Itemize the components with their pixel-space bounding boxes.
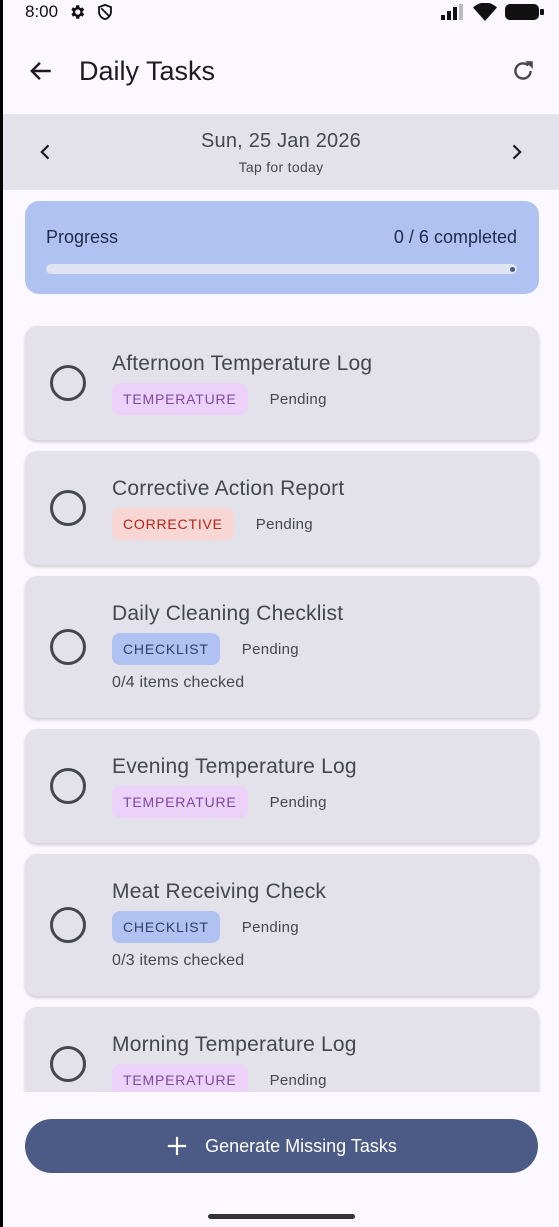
task-checkbox[interactable] bbox=[50, 768, 86, 804]
task-checkbox[interactable] bbox=[50, 490, 86, 526]
task-type-badge: CHECKLIST bbox=[112, 633, 220, 665]
task-card[interactable]: Afternoon Temperature Log TEMPERATURE Pe… bbox=[25, 326, 539, 440]
task-checkbox[interactable] bbox=[50, 1046, 86, 1082]
progress-card: Progress 0 / 6 completed bbox=[25, 201, 539, 294]
arrow-back-icon bbox=[30, 62, 51, 80]
progress-label: Progress bbox=[46, 227, 119, 247]
task-status: Pending bbox=[241, 640, 299, 658]
settings-icon bbox=[68, 3, 86, 21]
page-title: Daily Tasks bbox=[79, 55, 216, 86]
progress-bar bbox=[46, 264, 517, 274]
task-status: Pending bbox=[269, 1071, 327, 1089]
task-status: Pending bbox=[269, 390, 327, 408]
task-list: Afternoon Temperature Log TEMPERATURE Pe… bbox=[3, 300, 559, 1092]
today-hint: Tap for today bbox=[238, 158, 324, 175]
task-title: Evening Temperature Log bbox=[112, 755, 357, 778]
task-title: Afternoon Temperature Log bbox=[112, 352, 373, 375]
task-card[interactable]: Corrective Action Report CORRECTIVE Pend… bbox=[25, 451, 539, 565]
battery-icon bbox=[505, 3, 545, 21]
task-card[interactable]: Daily Cleaning Checklist CHECKLIST Pendi… bbox=[25, 576, 539, 718]
task-title: Morning Temperature Log bbox=[112, 1033, 357, 1056]
status-bar: 8:00 bbox=[3, 0, 559, 24]
task-title: Corrective Action Report bbox=[112, 477, 345, 500]
task-type-badge: TEMPERATURE bbox=[112, 383, 248, 415]
task-type-badge: CORRECTIVE bbox=[112, 508, 234, 540]
task-checkbox[interactable] bbox=[50, 365, 86, 401]
refresh-button[interactable] bbox=[503, 51, 543, 91]
date-selector[interactable]: Sun, 25 Jan 2026 Tap for today bbox=[66, 130, 496, 175]
task-card[interactable]: Meat Receiving Check CHECKLIST Pending 0… bbox=[25, 854, 539, 996]
next-day-button[interactable] bbox=[496, 132, 536, 172]
task-status: Pending bbox=[255, 515, 313, 533]
back-button[interactable] bbox=[21, 51, 61, 91]
task-checkbox[interactable] bbox=[50, 629, 86, 665]
chevron-left-icon bbox=[40, 144, 50, 160]
task-status: Pending bbox=[241, 918, 299, 936]
progress-summary: 0 / 6 completed bbox=[393, 227, 517, 247]
progress-end-dot bbox=[510, 267, 515, 272]
status-time: 8:00 bbox=[25, 2, 59, 21]
previous-day-button[interactable] bbox=[26, 132, 66, 172]
task-status: Pending bbox=[269, 793, 327, 811]
home-indicator[interactable] bbox=[208, 1214, 355, 1219]
task-checkbox[interactable] bbox=[50, 907, 86, 943]
task-type-badge: CHECKLIST bbox=[112, 911, 220, 943]
signal-icon bbox=[441, 4, 465, 20]
task-title: Daily Cleaning Checklist bbox=[112, 602, 344, 625]
items-checked-count: 0/4 items checked bbox=[112, 674, 245, 691]
shield-icon bbox=[96, 3, 114, 21]
generate-button-label: Generate Missing Tasks bbox=[205, 1135, 397, 1156]
task-card[interactable]: Evening Temperature Log TEMPERATURE Pend… bbox=[25, 729, 539, 843]
task-title: Meat Receiving Check bbox=[112, 880, 327, 903]
items-checked-count: 0/3 items checked bbox=[112, 952, 245, 969]
plus-icon bbox=[167, 1136, 187, 1156]
refresh-icon bbox=[514, 61, 533, 80]
task-type-badge: TEMPERATURE bbox=[112, 786, 248, 818]
task-card[interactable]: Morning Temperature Log TEMPERATURE Pend… bbox=[25, 1007, 539, 1092]
top-app-bar: Daily Tasks bbox=[3, 40, 559, 102]
current-date: Sun, 25 Jan 2026 bbox=[201, 129, 361, 152]
generate-missing-tasks-button[interactable]: Generate Missing Tasks bbox=[25, 1119, 538, 1173]
wifi-icon bbox=[473, 3, 497, 21]
date-navigator: Sun, 25 Jan 2026 Tap for today bbox=[3, 114, 559, 190]
task-type-badge: TEMPERATURE bbox=[112, 1064, 248, 1092]
chevron-right-icon bbox=[512, 144, 522, 160]
